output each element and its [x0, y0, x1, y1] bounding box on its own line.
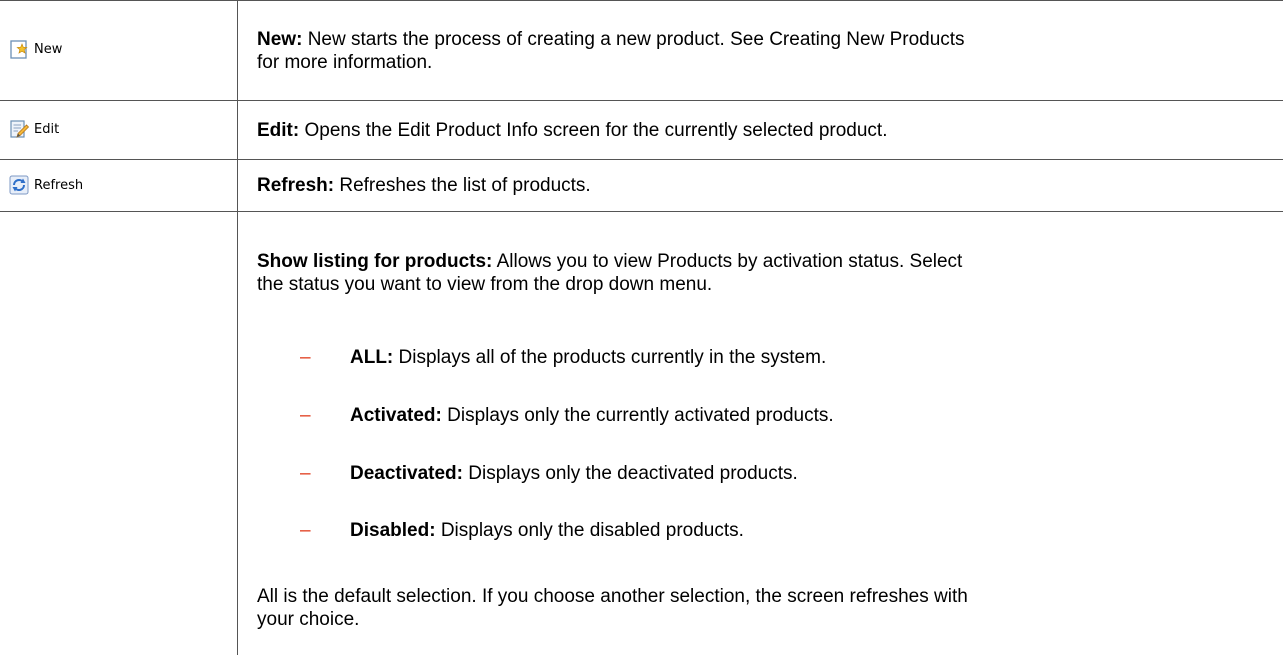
edit-pencil-icon — [10, 120, 30, 138]
column-divider — [237, 0, 238, 655]
option-text: Displays only the disabled products. — [440, 520, 744, 541]
dash-bullet: – — [300, 347, 311, 368]
dash-bullet: – — [300, 520, 311, 541]
list-item-activated: – Activated: Displays only the currently… — [300, 404, 834, 427]
row-divider — [0, 100, 1283, 101]
option-text: Displays only the deactivated products. — [468, 463, 798, 484]
refresh-term: Refresh: — [257, 175, 335, 196]
listing-text: Allows you to view Products by activatio… — [496, 251, 963, 272]
refresh-arrows-icon — [9, 175, 29, 195]
option-term: Deactivated: — [350, 463, 463, 484]
row-divider — [0, 159, 1283, 160]
new-text: New starts the process of creating a new… — [307, 29, 965, 50]
dash-bullet: – — [300, 463, 311, 484]
listing-description: Show listing for products: Allows you to… — [257, 250, 1262, 296]
option-text: Displays only the currently activated pr… — [447, 405, 834, 426]
new-button-label: New — [34, 41, 63, 57]
option-term: Activated: — [350, 405, 442, 426]
refresh-button[interactable]: Refresh — [8, 174, 83, 196]
option-term: Disabled: — [350, 520, 436, 541]
edit-term: Edit: — [257, 120, 300, 141]
row-divider — [0, 211, 1283, 212]
edit-text: Opens the Edit Product Info screen for t… — [304, 120, 888, 141]
help-table: New New: New starts the process of creat… — [0, 0, 1283, 655]
listing-term: Show listing for products: — [257, 251, 493, 272]
new-description: New: New starts the process of creating … — [257, 28, 1262, 74]
new-button[interactable]: New — [8, 38, 62, 60]
listing-text-line2: the status you want to view from the dro… — [257, 274, 713, 295]
option-text: Displays all of the products currently i… — [398, 347, 827, 368]
footer-line1: All is the default selection. If you cho… — [257, 586, 968, 607]
new-document-icon — [10, 40, 28, 59]
new-term: New: — [257, 29, 303, 50]
list-item-all: – ALL: Displays all of the products curr… — [300, 346, 826, 369]
refresh-description: Refresh: Refreshes the list of products. — [257, 174, 1262, 197]
option-term: ALL: — [350, 347, 394, 368]
table-border-top — [0, 0, 1283, 1]
edit-button-label: Edit — [34, 121, 60, 137]
listing-footer: All is the default selection. If you cho… — [257, 585, 1262, 631]
list-item-deactivated: – Deactivated: Displays only the deactiv… — [300, 462, 798, 485]
dash-bullet: – — [300, 405, 311, 426]
refresh-button-label: Refresh — [34, 177, 84, 193]
new-text-line2: for more information. — [257, 52, 433, 73]
edit-description: Edit: Opens the Edit Product Info screen… — [257, 119, 1262, 142]
refresh-text: Refreshes the list of products. — [339, 175, 591, 196]
edit-button[interactable]: Edit — [8, 118, 59, 140]
footer-line2: your choice. — [257, 609, 360, 630]
list-item-disabled: – Disabled: Displays only the disabled p… — [300, 519, 744, 542]
